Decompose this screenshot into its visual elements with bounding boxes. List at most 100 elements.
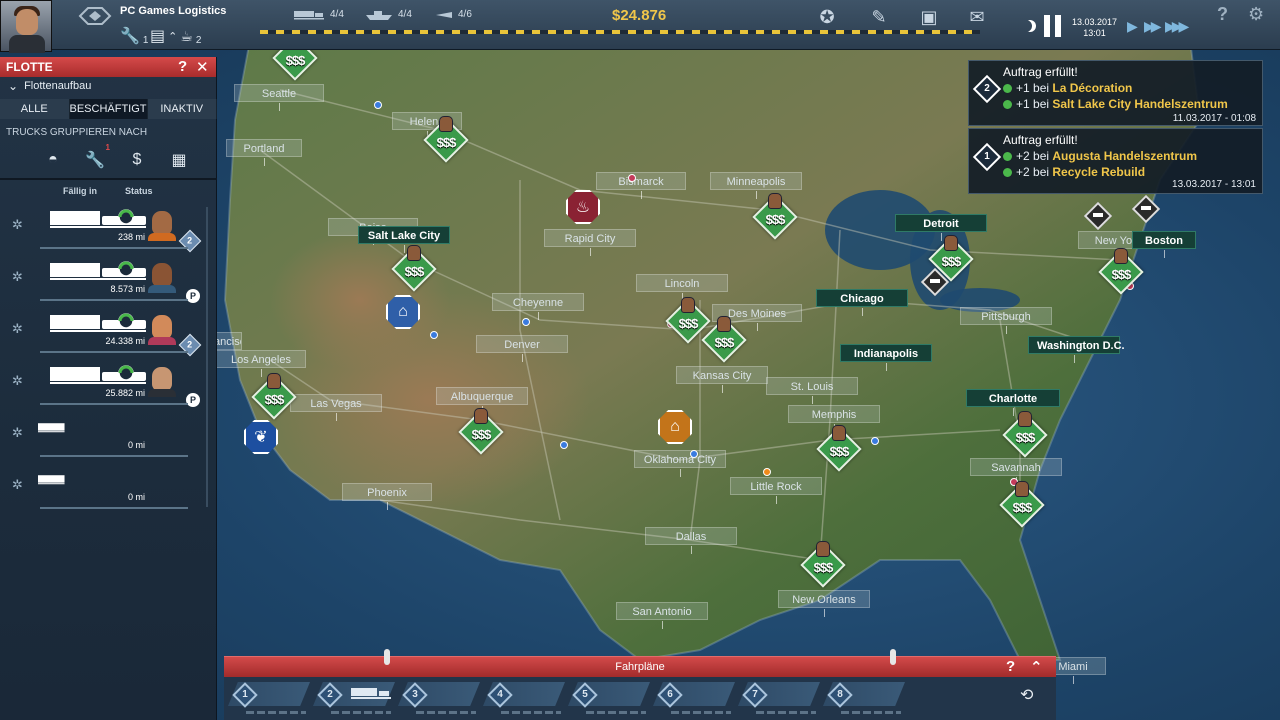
- schedule-settings-icon[interactable]: ⟲: [1020, 685, 1033, 705]
- city-pittsburgh[interactable]: Pittsburgh: [960, 307, 1052, 334]
- truck-marker[interactable]: [1083, 201, 1113, 236]
- map-pin[interactable]: [430, 331, 438, 339]
- city-detroit[interactable]: Detroit: [895, 214, 987, 241]
- map-pin[interactable]: [628, 174, 636, 182]
- driver-avatar[interactable]: [148, 259, 176, 293]
- col-due[interactable]: Fällig in: [63, 186, 97, 196]
- contract-marker[interactable]: $$$: [800, 541, 846, 588]
- city-dallas[interactable]: Dallas: [645, 527, 737, 554]
- mail-icon[interactable]: ✉: [966, 6, 988, 28]
- schedules-header[interactable]: Fahrpläne ? ⌃: [224, 649, 1056, 677]
- schedule-slot-4[interactable]: 4: [483, 682, 565, 716]
- truck-marker[interactable]: [920, 267, 950, 302]
- city-little-rock[interactable]: Little Rock: [730, 477, 822, 504]
- contract-marker[interactable]: $$$: [423, 116, 469, 163]
- driver-avatar[interactable]: [148, 207, 176, 241]
- map-pin[interactable]: [522, 318, 530, 326]
- schedule-slot-3[interactable]: 3: [398, 682, 480, 716]
- map-pin[interactable]: [690, 450, 698, 458]
- map-pin[interactable]: [763, 468, 771, 476]
- fleet-subheader[interactable]: ⌄ Flottenaufbau: [8, 79, 91, 93]
- schedule-slot-1[interactable]: 1: [228, 682, 310, 716]
- city-washington[interactable]: Washington D.C.: [1028, 336, 1125, 363]
- city-las-vegas[interactable]: Las Vegas: [290, 394, 382, 421]
- gear-icon[interactable]: ✲: [12, 269, 23, 285]
- money-icon[interactable]: $: [126, 149, 148, 171]
- city-bismarck[interactable]: Bismarck: [596, 172, 686, 199]
- wrench-icon[interactable]: 🔧 1: [84, 143, 110, 171]
- city-charlotte[interactable]: Charlotte: [966, 389, 1060, 416]
- fleet-stat[interactable]: ▤ ⌃ ☕ 2: [150, 26, 201, 46]
- city-indianapolis[interactable]: Indianapolis: [840, 344, 932, 371]
- contract-marker[interactable]: $$$: [701, 316, 747, 363]
- city-portland[interactable]: Portland: [226, 139, 302, 166]
- calendar-icon[interactable]: ▦: [168, 149, 190, 171]
- city-memphis[interactable]: Memphis: [788, 405, 880, 432]
- city-seattle[interactable]: Seattle: [234, 84, 324, 111]
- truck-row[interactable]: ✲ 238 mi 2: [0, 207, 217, 259]
- fleet-help-button[interactable]: ?: [178, 58, 187, 75]
- tab-busy[interactable]: BESCHÄFTIGT: [69, 99, 148, 119]
- contract-marker[interactable]: $$$: [458, 408, 504, 455]
- truck-row[interactable]: ✲ 25.882 mi P: [0, 363, 217, 415]
- pause-button[interactable]: [1044, 15, 1062, 37]
- help-button[interactable]: ?: [1217, 4, 1228, 25]
- city-savannah[interactable]: Savannah: [970, 458, 1062, 485]
- settings-icon[interactable]: ⚙: [1248, 4, 1264, 25]
- mechanics-stat[interactable]: 🔧 1: [120, 26, 148, 46]
- city-oklahoma-city[interactable]: Oklahoma City: [634, 450, 726, 477]
- contract-marker[interactable]: $$$: [816, 425, 862, 472]
- schedules-help-button[interactable]: ?: [1006, 658, 1015, 675]
- truck-marker[interactable]: [1131, 194, 1161, 229]
- city-denver[interactable]: Denver: [476, 335, 568, 362]
- fast-forward-button[interactable]: ▶▶: [1144, 19, 1161, 33]
- cap-icon[interactable]: ◓: [42, 149, 64, 171]
- gear-icon[interactable]: ✲: [12, 373, 23, 389]
- fleet-scrollbar[interactable]: [206, 207, 208, 507]
- schedule-slot-5[interactable]: 5: [568, 682, 650, 716]
- contract-marker[interactable]: $$$: [251, 373, 297, 420]
- city-st-louis[interactable]: St. Louis: [766, 377, 858, 404]
- city-new-orleans[interactable]: New Orleans: [778, 590, 870, 617]
- notification-card[interactable]: 2 Auftrag erfüllt! +1 bei La Décoration …: [968, 60, 1263, 126]
- gear-icon[interactable]: ✲: [12, 477, 23, 493]
- play-button[interactable]: ▶: [1127, 19, 1138, 33]
- map-pin[interactable]: [374, 101, 382, 109]
- city-salt-lake-city[interactable]: Salt Lake City: [358, 226, 450, 253]
- contracts-icon[interactable]: ✎: [868, 6, 890, 28]
- schedule-slot-7[interactable]: 7: [738, 682, 820, 716]
- city-chicago[interactable]: Chicago: [816, 289, 908, 316]
- warehouse-icon[interactable]: ⌂: [386, 295, 420, 329]
- fastest-forward-button[interactable]: ▶▶▶: [1165, 19, 1189, 33]
- award-icon[interactable]: ✪: [816, 6, 838, 28]
- truck-counter[interactable]: 4/4: [294, 9, 344, 20]
- city-san-antonio[interactable]: San Antonio: [616, 602, 708, 629]
- driver-avatar[interactable]: [148, 311, 176, 345]
- schedule-slot-8[interactable]: 8: [823, 682, 905, 716]
- map-pin[interactable]: [871, 437, 879, 445]
- notification-card[interactable]: 1 Auftrag erfüllt! +2 bei Augusta Handel…: [968, 128, 1263, 194]
- col-status[interactable]: Status: [125, 186, 153, 196]
- city-rapid-city[interactable]: Rapid City: [544, 229, 636, 256]
- farm-icon[interactable]: ❦: [244, 420, 278, 454]
- city-kansas-city[interactable]: Kansas City: [676, 366, 768, 393]
- city-boston[interactable]: Boston: [1132, 231, 1196, 258]
- city-lincoln[interactable]: Lincoln: [636, 274, 728, 301]
- company-logo-icon[interactable]: [78, 6, 112, 26]
- gear-icon[interactable]: ✲: [12, 217, 23, 233]
- contract-marker[interactable]: $$$: [391, 245, 437, 292]
- schedule-slot-2[interactable]: 2: [313, 682, 395, 716]
- gear-icon[interactable]: ✲: [12, 321, 23, 337]
- contract-marker[interactable]: $$$: [1098, 248, 1144, 295]
- gear-icon[interactable]: ✲: [12, 425, 23, 441]
- contract-marker[interactable]: $$$: [999, 481, 1045, 528]
- schedule-slot-6[interactable]: 6: [653, 682, 735, 716]
- truck-row[interactable]: ✲ 0 mi: [0, 415, 217, 467]
- fleet-close-button[interactable]: ✕: [196, 58, 209, 76]
- truck-row[interactable]: ✲ 0 mi: [0, 467, 217, 519]
- driver-avatar[interactable]: [148, 363, 176, 397]
- contract-marker[interactable]: $$$: [752, 193, 798, 240]
- ship-counter[interactable]: 4/4: [366, 9, 412, 20]
- city-los-angeles[interactable]: Los Angeles: [216, 350, 306, 377]
- truck-row[interactable]: ✲ 8.573 mi P: [0, 259, 217, 311]
